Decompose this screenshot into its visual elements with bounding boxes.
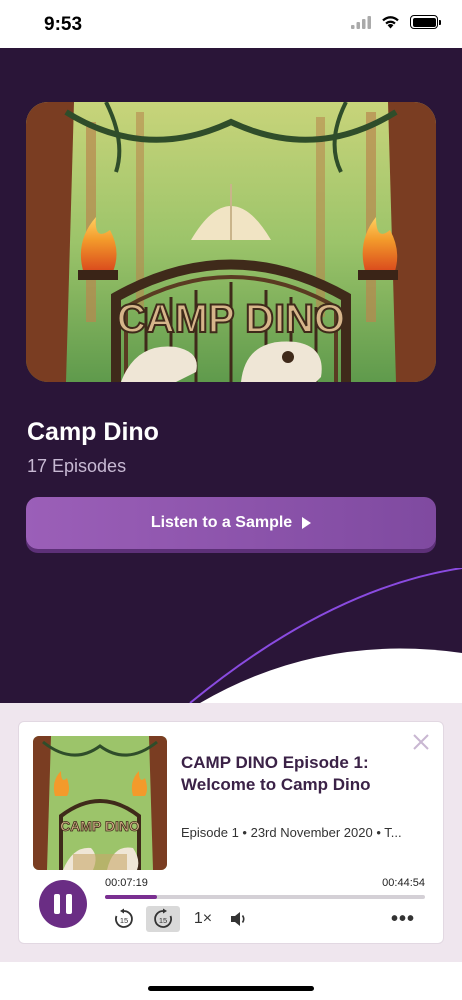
close-icon[interactable] xyxy=(411,732,431,752)
thumbnail-logo-text: CAMP DINO xyxy=(60,818,140,834)
pause-icon xyxy=(66,894,72,914)
home-indicator[interactable] xyxy=(148,986,314,991)
home-area xyxy=(0,962,462,1000)
episode-count: 17 Episodes xyxy=(27,456,127,476)
episode-meta: Episode 1 • 23rd November 2020 • T... xyxy=(181,825,402,840)
forward-15-icon: 15 xyxy=(154,908,172,928)
forward-seconds: 15 xyxy=(159,916,167,925)
status-time: 9:53 xyxy=(44,14,83,35)
status-bar: 9:53 xyxy=(0,0,462,48)
podcast-title: Camp Dino xyxy=(27,418,159,446)
status-icons xyxy=(351,15,441,29)
now-playing-card[interactable]: CAMP DINO CAMP DINO Episode 1: Welcome t… xyxy=(18,721,444,944)
more-options-button[interactable]: ••• xyxy=(391,906,415,932)
cover-logo-text: CAMP DINO xyxy=(117,297,345,341)
playback-speed-button[interactable]: 1× xyxy=(191,906,215,932)
pause-icon xyxy=(54,894,60,914)
now-playing-area: CAMP DINO CAMP DINO Episode 1: Welcome t… xyxy=(0,703,462,962)
wifi-icon xyxy=(382,16,399,29)
forward-15-button[interactable]: 15 xyxy=(146,906,180,932)
rewind-15-icon: 15 xyxy=(115,908,133,928)
progress-fill xyxy=(105,895,158,899)
total-duration: 00:44:54 xyxy=(382,877,425,889)
episode-thumbnail: CAMP DINO xyxy=(33,736,167,870)
signal-icon xyxy=(351,15,371,29)
episode-title: CAMP DINO Episode 1: Welcome to Camp Din… xyxy=(181,753,371,794)
decorative-wave xyxy=(189,568,462,703)
pause-button[interactable] xyxy=(39,880,87,928)
podcast-cover-art: CAMP DINO xyxy=(26,102,436,382)
listen-sample-label: Listen to a Sample xyxy=(150,514,293,531)
rewind-seconds: 15 xyxy=(120,916,128,925)
more-icon: ••• xyxy=(391,907,416,930)
volume-icon xyxy=(231,912,245,926)
volume-button[interactable] xyxy=(229,906,249,932)
podcast-hero: CAMP DINO Camp Dino 17 Episodes Listen t… xyxy=(0,48,462,703)
rewind-15-button[interactable]: 15 xyxy=(112,906,136,932)
play-icon xyxy=(302,517,312,529)
listen-sample-button[interactable]: Listen to a Sample xyxy=(26,497,436,549)
progress-bar[interactable] xyxy=(105,895,425,899)
elapsed-time: 00:07:19 xyxy=(105,877,148,889)
battery-icon xyxy=(410,15,441,29)
